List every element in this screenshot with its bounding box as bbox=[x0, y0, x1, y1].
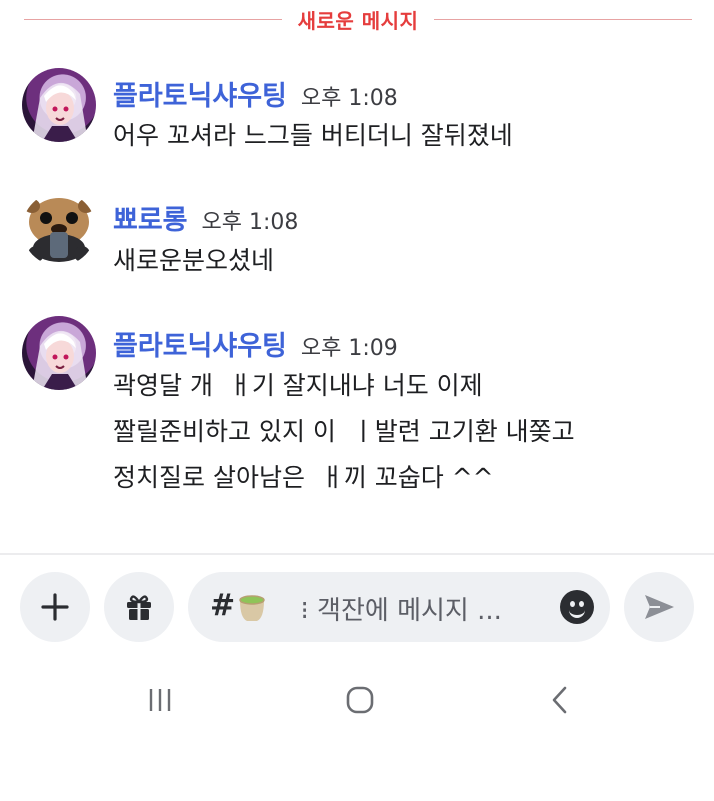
avatar[interactable] bbox=[22, 68, 96, 142]
message-text: 어우 꼬셔라 느그들 버티더니 잘뒤졌네 bbox=[113, 121, 513, 150]
gift-button[interactable] bbox=[104, 572, 174, 642]
message-placeholder: ⁝ 객잔에 메시지 ... bbox=[284, 596, 502, 626]
new-messages-divider: 새로운 메시지 bbox=[24, 6, 692, 33]
anime-avatar-icon bbox=[32, 330, 88, 390]
author-name[interactable]: 뾰로롱 bbox=[113, 198, 188, 237]
author-name[interactable]: 플라토닉샤우팅 bbox=[113, 324, 287, 363]
home-button[interactable] bbox=[330, 672, 390, 728]
divider-line-left bbox=[24, 18, 282, 20]
timestamp: 오후 1:08 bbox=[300, 86, 398, 111]
author-name[interactable]: 플라토닉샤우팅 bbox=[113, 74, 287, 113]
back-icon bbox=[552, 686, 567, 714]
divider-line-right bbox=[434, 18, 692, 20]
add-attachment-button[interactable] bbox=[20, 572, 90, 642]
home-icon bbox=[346, 686, 374, 714]
back-button[interactable] bbox=[530, 672, 590, 728]
emoji-mouth-icon bbox=[569, 606, 585, 618]
message-input[interactable]: # ⁝ 객잔에 메시지 ... bbox=[188, 572, 610, 642]
message-text: 곽영달 개 ㅐ기 잘지내냐 너도 이제 bbox=[113, 371, 483, 400]
send-icon bbox=[645, 595, 674, 619]
otter-avatar-icon bbox=[24, 198, 94, 262]
new-messages-label: 새로운 메시지 bbox=[297, 8, 419, 33]
avatar[interactable] bbox=[22, 316, 96, 390]
message-text: 정치질로 살아남은 ㅐ끼 꼬숩다 ^^ bbox=[113, 463, 494, 492]
emoji-button[interactable] bbox=[560, 590, 594, 624]
android-navigation-bar bbox=[0, 672, 714, 728]
timestamp: 오후 1:09 bbox=[300, 336, 398, 361]
message-text: 짤릴준비하고 있지 이 ㅣ발련 고기환 내쫒고 bbox=[113, 417, 575, 446]
send-button[interactable] bbox=[624, 572, 694, 642]
plus-icon bbox=[41, 593, 69, 621]
tea-icon bbox=[239, 595, 265, 621]
anime-avatar-icon bbox=[32, 82, 88, 142]
message-text: 새로운분오셨네 bbox=[113, 246, 275, 275]
recent-apps-icon bbox=[149, 689, 171, 711]
channel-hash-icon: # bbox=[210, 588, 236, 623]
recent-apps-button[interactable] bbox=[130, 672, 190, 728]
composer-separator bbox=[0, 553, 714, 555]
gift-icon bbox=[127, 595, 151, 620]
avatar[interactable] bbox=[22, 192, 96, 266]
timestamp: 오후 1:08 bbox=[201, 210, 299, 235]
